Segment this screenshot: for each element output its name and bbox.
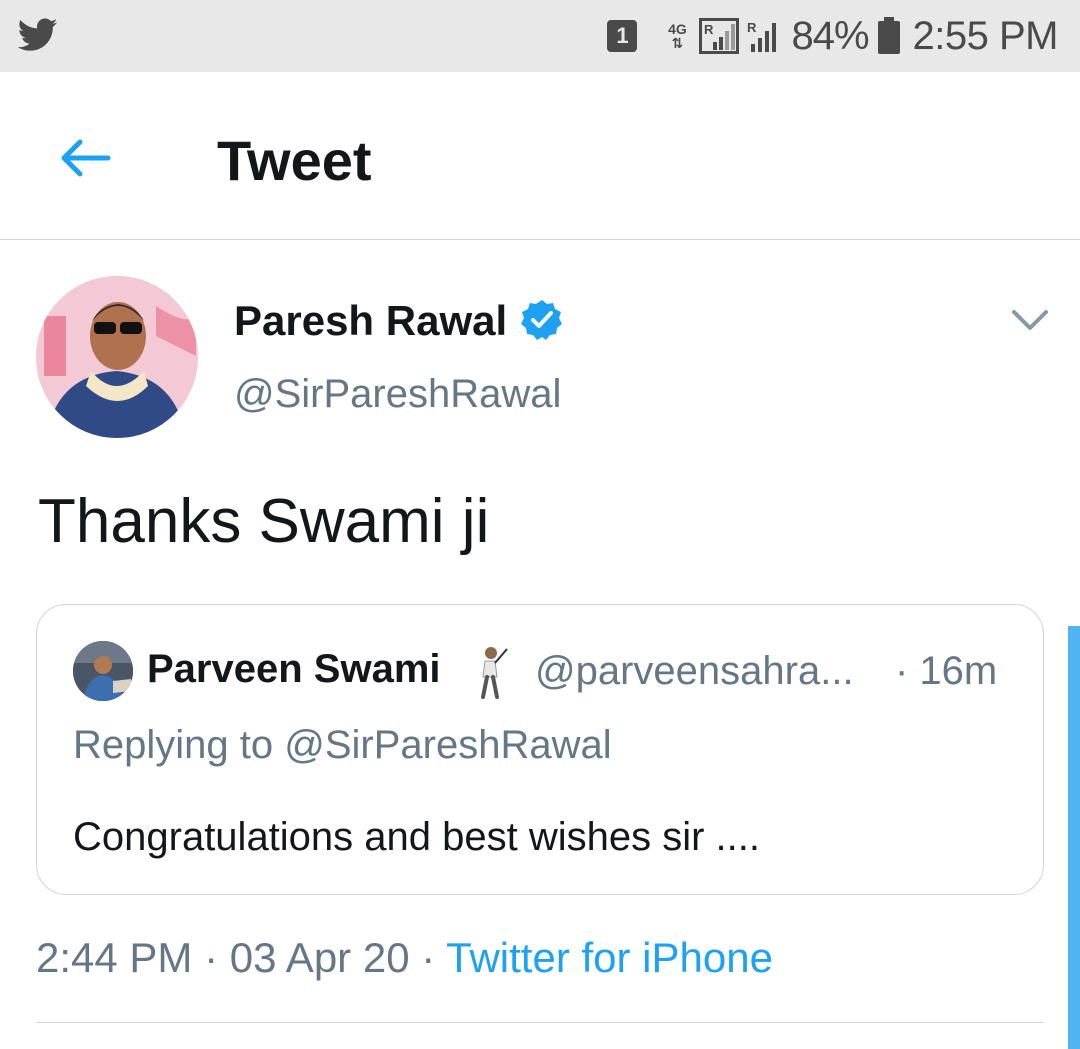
signal-icon: R <box>747 20 777 52</box>
quoted-tweet-text: Congratulations and best wishes sir .... <box>73 815 761 859</box>
author-handle[interactable]: @SirPareshRawal <box>234 372 561 417</box>
twitter-icon <box>18 18 58 51</box>
arrow-left-icon[interactable] <box>58 138 112 178</box>
verified-badge-icon <box>521 300 562 340</box>
quoted-timestamp: · 16m <box>895 649 998 693</box>
avatar[interactable] <box>36 276 198 438</box>
quoted-author-name: Parveen Swami <box>147 647 441 691</box>
page-title: Tweet <box>217 129 372 192</box>
golfer-emoji-icon <box>481 647 508 699</box>
svg-text:R: R <box>747 20 757 35</box>
chevron-down-icon[interactable] <box>1010 306 1050 334</box>
app-header: Tweet <box>0 72 1080 240</box>
svg-text:R: R <box>704 22 714 37</box>
battery-icon <box>877 17 900 54</box>
tweet-text: Thanks Swami ji <box>38 487 490 556</box>
quoted-tweet-card[interactable]: Parveen Swami @parveensahra... · 16m Rep… <box>36 604 1044 895</box>
status-bar: 1 4G ⇅ R R 84% 2:55 PM <box>0 0 1080 72</box>
scrollbar[interactable] <box>1068 626 1080 1049</box>
replying-to-label: Replying to @SirPareshRawal <box>73 723 612 767</box>
tweet-meta: 2:44 PM · 03 Apr 20 · Twitter for iPhone <box>36 934 773 982</box>
clock: 2:55 PM <box>912 13 1059 58</box>
avatar[interactable] <box>73 641 133 701</box>
tweet-source-link[interactable]: Twitter for iPhone <box>446 934 773 981</box>
quoted-author-handle: @parveensahra... <box>535 649 854 693</box>
tweet-timestamp: 2:44 PM · 03 Apr 20 · <box>36 934 447 981</box>
divider <box>36 1022 1044 1023</box>
network-type-label: 4G ⇅ <box>668 21 687 51</box>
notification-badge: 1 <box>607 20 638 52</box>
signal-icon: R <box>699 18 740 54</box>
battery-percent: 84% <box>791 13 869 58</box>
author-name[interactable]: Paresh Rawal <box>234 297 507 345</box>
